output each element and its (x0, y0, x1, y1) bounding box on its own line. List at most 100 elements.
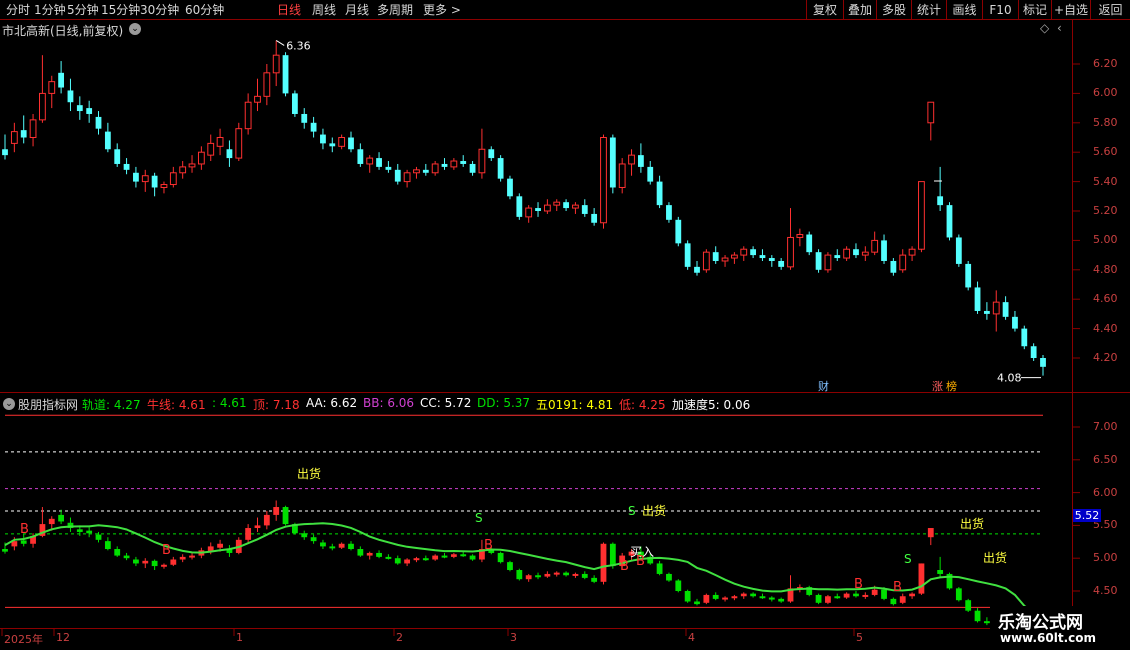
candle-body (469, 163, 476, 173)
b-signal-label: B (20, 522, 29, 537)
candle-body (1012, 316, 1018, 329)
indicator-candle-body (161, 564, 167, 567)
candle-body (759, 255, 766, 259)
candle-body (516, 196, 523, 217)
event-marker-bang: 榜 (946, 379, 957, 393)
indicator-value-7: DD: 5.37 (477, 396, 531, 410)
candle-body (76, 105, 83, 112)
indicator-value-8: 五0191: 4.81 (536, 398, 614, 412)
candle-body (778, 260, 785, 267)
chart-canvas[interactable]: 6.364.08财涨榜出货出货出货出货买入BB BB BB BSSS (0, 0, 1130, 650)
candle-body (95, 116, 102, 129)
indicator-candle-body (881, 589, 887, 599)
indicator-value-6: CC: 5.72 (420, 396, 472, 410)
indicator-candle-body (114, 549, 121, 556)
candle-body (992, 301, 1000, 315)
candle-body (235, 128, 243, 159)
indicator-candle-body (666, 573, 672, 581)
candle-body (394, 169, 401, 182)
candle-body (843, 248, 851, 259)
sell-signal-label: 出货 (642, 503, 666, 518)
indicator-candle-body (572, 573, 579, 576)
candle-body (460, 161, 467, 164)
candle-body (338, 137, 346, 147)
candle-body (955, 237, 962, 264)
indicator-value-2: : 4.61 (212, 396, 247, 410)
indicator-candle-body (263, 514, 270, 526)
candle-body (48, 81, 56, 94)
candle-body (656, 181, 663, 206)
candle-body (899, 254, 907, 271)
indicator-candle-body (432, 555, 439, 560)
indicator-candle-body (460, 554, 467, 557)
b-signal-label: B (620, 559, 629, 574)
candle-body (478, 148, 486, 174)
indicator-candle-body (778, 598, 785, 602)
indicator-y-tick-label: 6.50 (1093, 452, 1118, 466)
indicator-candle-body (871, 589, 878, 595)
candle-body (937, 196, 944, 206)
indicator-candle-body (909, 593, 915, 597)
candle-body (301, 113, 308, 123)
indicator-candle-body (245, 528, 252, 540)
indicator-candle-body (825, 596, 831, 603)
candle-body (376, 158, 382, 167)
indicator-candle-body (918, 563, 925, 594)
main-y-tick-label: 6.00 (1093, 86, 1118, 100)
date-tick-label: 12 (56, 631, 70, 644)
main-y-tick-label: 4.80 (1093, 262, 1118, 276)
candle-body (684, 243, 691, 267)
indicator-candle-body (731, 596, 738, 599)
indicator-candle-body (740, 593, 747, 597)
event-marker-zhang: 涨 (932, 380, 943, 393)
main-y-tick-label: 4.40 (1093, 321, 1118, 335)
indicator-candle-body (591, 577, 598, 582)
indicator-candle-body (95, 534, 102, 540)
indicator-candle-body (497, 552, 504, 563)
b-signal-label: B (162, 543, 171, 558)
indicator-candle-body (600, 543, 607, 582)
indicator-y-tick-label: 6.00 (1093, 485, 1118, 499)
watermark-url: www.60lt.com (1000, 631, 1097, 645)
indicator-value-3: 顶: 7.18 (253, 398, 300, 412)
candle-body (712, 252, 719, 261)
indicator-candle-body (189, 555, 195, 558)
indicator-candle-body (469, 555, 476, 560)
indicator-candle-body (525, 575, 532, 580)
candle-body (507, 178, 513, 197)
candle-body (497, 158, 504, 179)
indicator-candle-body (899, 596, 906, 603)
indicator-candle-body (853, 593, 859, 597)
chevron-down-icon[interactable]: ⌄ (3, 398, 15, 410)
indicator-candle-body (338, 543, 345, 548)
indicator-y-tick-label: 4.50 (1093, 584, 1118, 597)
b-signal-label: B (636, 554, 645, 569)
candle-body (908, 248, 916, 256)
indicator-candle-body (581, 573, 588, 578)
trend-line (4, 522, 1044, 620)
candle-body (834, 255, 841, 259)
candle-body (431, 163, 439, 174)
date-tick-label: 5 (856, 631, 863, 644)
indicator-candle-body (544, 573, 551, 577)
indicator-candle-body (441, 555, 448, 558)
candle-body (666, 205, 672, 220)
date-tick-label: 2025年 (4, 633, 43, 646)
indicator-value-1: 牛线: 4.61 (147, 398, 206, 412)
main-y-tick-label: 5.60 (1093, 145, 1118, 159)
main-y-tick-label: 5.00 (1093, 233, 1118, 247)
indicator-candle-body (217, 543, 223, 548)
candle-body (787, 236, 794, 268)
indicator-value-5: BB: 6.06 (363, 396, 415, 410)
candle-body (694, 266, 700, 273)
indicator-candle-body (656, 563, 663, 574)
indicator-candle-body (133, 559, 139, 564)
candle-body (1021, 328, 1028, 347)
indicator-candle-body (385, 556, 392, 559)
b-signal-label: B (484, 538, 493, 553)
candle-body (881, 240, 887, 261)
indicator-value-0: 轨道: 4.27 (82, 398, 141, 412)
indicator-candle-body (413, 558, 420, 561)
indicator-value-4: AA: 6.62 (306, 396, 358, 410)
candle-body (10, 131, 18, 144)
